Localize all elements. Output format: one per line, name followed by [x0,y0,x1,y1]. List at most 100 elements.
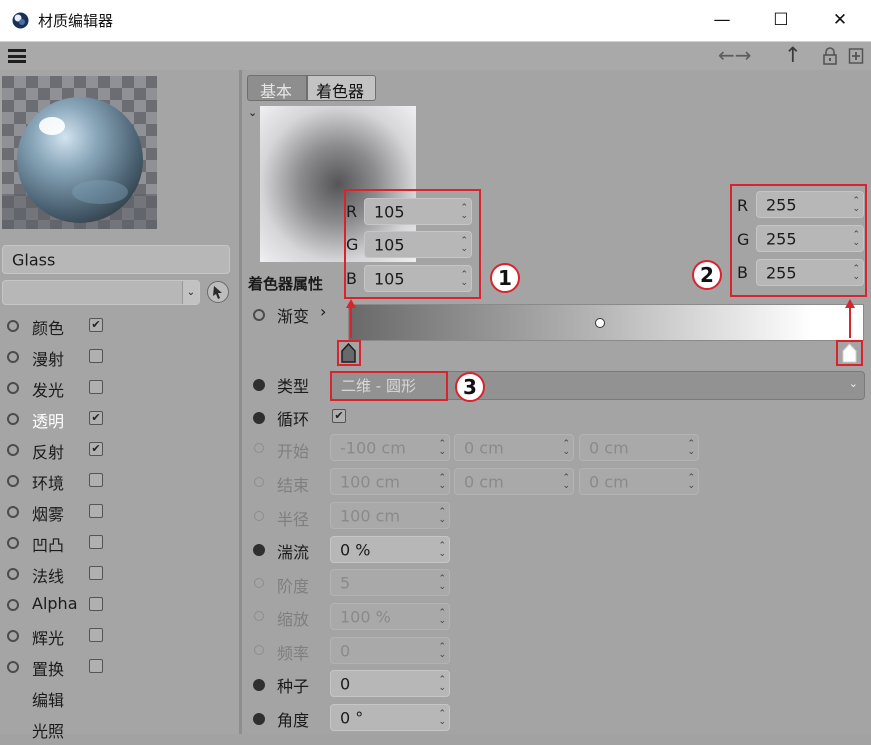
stepper-icon[interactable]: ⌃ ⌄ [438,574,446,591]
left-gradient-knot[interactable] [341,342,356,363]
channel-radio[interactable] [7,382,19,394]
list-item[interactable]: 环境 [0,466,239,497]
octaves-radio[interactable] [254,578,264,588]
channel-checkbox[interactable] [89,659,103,673]
channel-radio[interactable] [7,351,19,363]
stepper-icon[interactable]: ⌃ ⌄ [687,439,695,456]
loop-radio[interactable] [253,412,265,424]
channel-radio[interactable] [7,506,19,518]
channel-checkbox[interactable] [89,504,103,518]
list-item[interactable]: 光照 [0,714,239,745]
channel-label: 辉光 [32,629,65,648]
list-item[interactable]: 漫射 [0,342,239,373]
pick-cursor-icon[interactable] [206,280,230,304]
stepper-icon[interactable]: ⌃ ⌄ [438,507,446,524]
list-item[interactable]: 编辑 [0,683,239,714]
scale-input[interactable]: 100 % ⌃ ⌄ [330,603,450,630]
radius-radio[interactable] [254,511,264,521]
channel-checkbox[interactable] [89,473,103,487]
start-radio[interactable] [254,443,264,453]
channel-radio[interactable] [7,320,19,332]
stepper-icon[interactable]: ⌃ ⌄ [438,541,446,558]
lock-icon[interactable] [822,47,838,65]
radius-input[interactable]: 100 cm ⌃ ⌄ [330,502,450,529]
maximize-button[interactable]: ☐ [766,8,796,32]
stepper-icon[interactable]: ⌃ ⌄ [562,473,570,490]
list-item[interactable]: 凹凸 [0,528,239,559]
turbulence-radio[interactable] [253,544,265,556]
seed-input[interactable]: 0 ⌃ ⌄ [330,670,450,697]
up-arrow-icon[interactable]: ↑ [784,43,802,67]
channel-checkbox[interactable] [89,535,103,549]
right-gradient-knot[interactable] [842,343,857,363]
turbulence-input[interactable]: 0 % ⌃ ⌄ [330,536,450,563]
channel-radio[interactable] [7,568,19,580]
channel-label: 颜色 [32,319,65,338]
stepper-icon[interactable]: ⌃ ⌄ [438,473,446,490]
channel-checkbox[interactable] [89,597,103,611]
hamburger-menu-icon[interactable] [8,49,26,63]
new-window-icon[interactable] [848,47,864,65]
channel-label: 凹凸 [32,536,65,555]
channel-radio[interactable] [7,630,19,642]
channel-radio[interactable] [7,537,19,549]
list-item[interactable]: 辉光 [0,621,239,652]
stepper-icon[interactable]: ⌃ ⌄ [438,439,446,456]
minimize-button[interactable]: — [707,8,737,32]
channel-checkbox[interactable] [89,349,103,363]
material-preview [2,76,157,229]
list-item[interactable]: 置换 [0,652,239,683]
list-item[interactable]: 烟雾 [0,497,239,528]
end-x-input[interactable]: 100 cm ⌃ ⌄ [330,468,450,495]
end-y-input[interactable]: 0 cm ⌃ ⌄ [454,468,574,495]
channel-radio[interactable] [7,475,19,487]
stepper-icon[interactable]: ⌃ ⌄ [438,709,446,726]
frequency-input[interactable]: 0 ⌃ ⌄ [330,637,450,664]
edit-item-label: 编辑 [32,691,65,710]
list-item[interactable]: 发光 [0,373,239,404]
list-item[interactable]: Alpha [0,590,239,621]
material-layer-dropdown[interactable]: ⌄ [2,280,200,305]
end-z-input[interactable]: 0 cm ⌃ ⌄ [579,468,699,495]
channel-radio[interactable] [7,661,19,673]
start-y-input[interactable]: 0 cm ⌃ ⌄ [454,434,574,461]
channel-checkbox[interactable]: ✔ [89,442,103,456]
stepper-icon[interactable]: ⌃ ⌄ [562,439,570,456]
list-item[interactable]: 颜色 ✔ [0,311,239,342]
end-radio[interactable] [254,477,264,487]
channel-checkbox[interactable]: ✔ [89,411,103,425]
stepper-icon[interactable]: ⌃ ⌄ [438,675,446,692]
stepper-icon[interactable]: ⌃ ⌄ [438,608,446,625]
channel-checkbox[interactable] [89,380,103,394]
list-item[interactable]: 透明 ✔ [0,404,239,435]
list-item[interactable]: 反射 ✔ [0,435,239,466]
start-x-input[interactable]: -100 cm ⌃ ⌄ [330,434,450,461]
channel-checkbox[interactable] [89,628,103,642]
seed-radio[interactable] [253,679,265,691]
back-forward-arrows-icon[interactable]: ←→ [718,43,752,67]
end-label: 结束 [277,476,310,495]
loop-checkbox[interactable]: ✔ [332,409,346,423]
shader-panel: 基本 着色器 ⌄ R G B 105 ⌃ ⌄ 105 ⌃ ⌄ 105 ⌃ ⌄ 1 R G B… [242,70,871,734]
close-button[interactable]: ✕ [825,8,855,32]
chevron-down-icon: ⌄ [848,377,858,390]
scale-radio[interactable] [254,611,264,621]
channel-radio[interactable] [7,444,19,456]
channel-checkbox[interactable] [89,566,103,580]
type-radio[interactable] [253,379,265,391]
angle-radio[interactable] [253,713,265,725]
stepper-icon[interactable]: ⌃ ⌄ [687,473,695,490]
list-item[interactable]: 法线 [0,559,239,590]
menu-bar: ←→ ↑ [0,42,871,70]
octaves-input[interactable]: 5 ⌃ ⌄ [330,569,450,596]
channel-radio[interactable] [7,413,19,425]
material-name-field[interactable]: Glass [2,245,230,274]
angle-input[interactable]: 0 ° ⌃ ⌄ [330,704,450,731]
frequency-radio[interactable] [254,645,264,655]
channel-checkbox[interactable]: ✔ [89,318,103,332]
start-z-input[interactable]: 0 cm ⌃ ⌄ [579,434,699,461]
channel-label: 漫射 [32,350,65,369]
radius-label: 半径 [277,510,310,529]
channel-radio[interactable] [7,599,19,611]
stepper-icon[interactable]: ⌃ ⌄ [438,642,446,659]
